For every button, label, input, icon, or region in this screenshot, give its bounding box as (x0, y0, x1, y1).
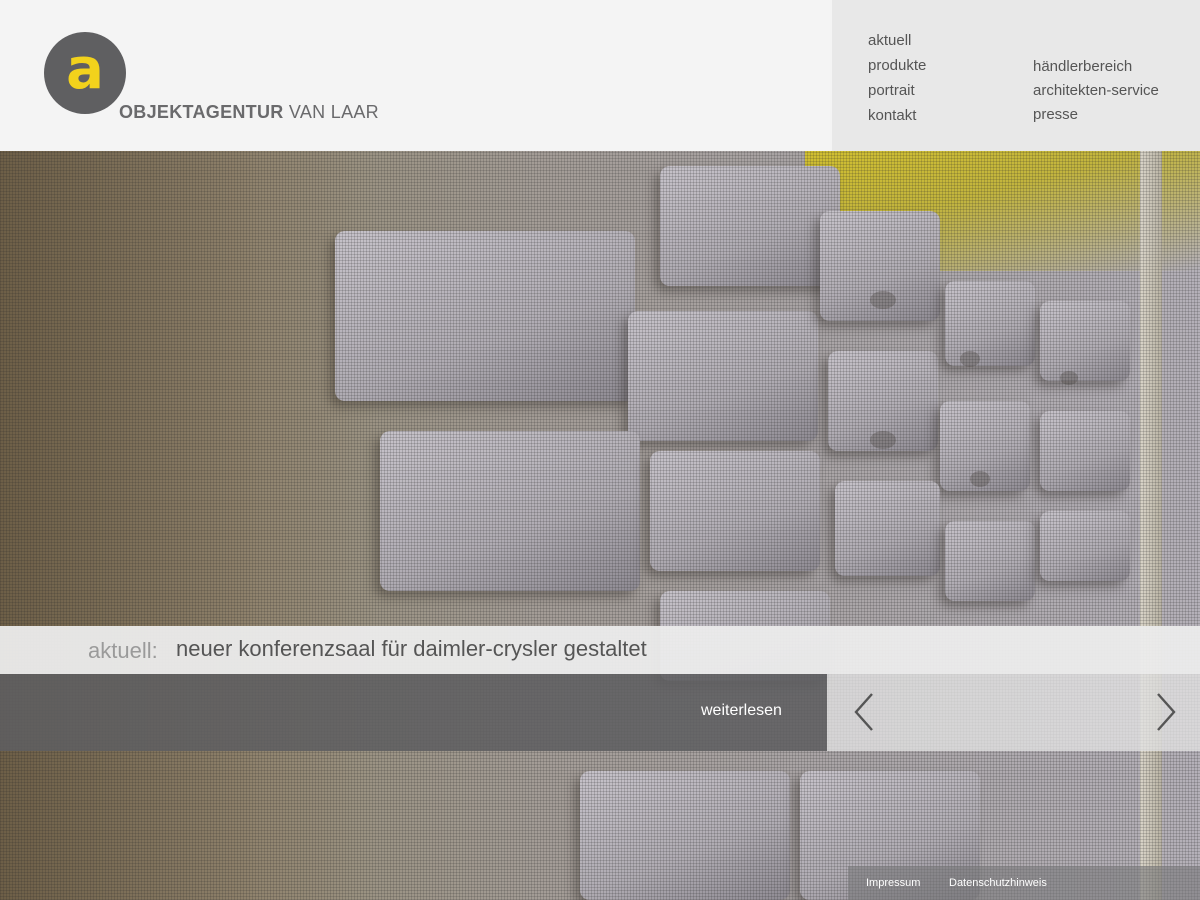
hero-bump (960, 351, 980, 367)
brand-name-light: VAN LAAR (283, 102, 379, 122)
hero-bump (970, 471, 990, 487)
hero-left-wall (0, 151, 380, 900)
chevron-right-icon (1157, 693, 1176, 731)
nav-item-haendlerbereich[interactable]: händlerbereich (1033, 55, 1159, 79)
hero-tile (945, 521, 1035, 601)
primary-nav: aktuell produkte portrait kontakt (868, 28, 926, 128)
hero-bump (870, 291, 896, 309)
logo-letter: a (66, 37, 104, 102)
hero-tile (580, 771, 790, 900)
hero-tile (660, 166, 840, 286)
hero-tile (835, 481, 940, 576)
hero-tile (1040, 301, 1130, 381)
hero-tile (1040, 411, 1130, 491)
nav-item-kontakt[interactable]: kontakt (868, 103, 926, 128)
hero-bump (1060, 371, 1078, 385)
slider-prev-button[interactable] (850, 690, 878, 734)
news-headline[interactable]: neuer konferenzsaal für daimler-crysler … (176, 636, 647, 662)
slider-next-button[interactable] (1152, 690, 1180, 734)
hero-tile (945, 281, 1035, 366)
nav-item-architekten-service[interactable]: architekten-service (1033, 79, 1159, 103)
news-label: aktuell: (88, 638, 158, 663)
footer-impressum-link[interactable]: Impressum (866, 877, 920, 889)
hero-tile (380, 431, 640, 591)
chevron-left-icon (854, 693, 873, 731)
hero-bump (870, 431, 896, 449)
secondary-nav: händlerbereich architekten-service press… (1033, 55, 1159, 127)
nav-item-produkte[interactable]: produkte (868, 53, 926, 78)
hero-tile (335, 231, 635, 401)
read-more-link[interactable]: weiterlesen (701, 702, 782, 720)
slider-controls (827, 674, 1200, 751)
nav-item-aktuell[interactable]: aktuell (868, 28, 926, 53)
hero-tile (1040, 511, 1130, 581)
hero-tile (628, 311, 818, 441)
hero-window-frame (1140, 151, 1162, 900)
nav-item-presse[interactable]: presse (1033, 103, 1159, 127)
brand-name-bold: OBJEKTAGENTUR (119, 102, 284, 122)
footer-datenschutz-link[interactable]: Datenschutzhinweis (949, 877, 1047, 889)
brand-name[interactable]: OBJEKTAGENTUR VAN LAAR (119, 102, 379, 123)
hero-tile (650, 451, 820, 571)
hero-image (0, 151, 1200, 900)
nav-item-portrait[interactable]: portrait (868, 78, 926, 103)
